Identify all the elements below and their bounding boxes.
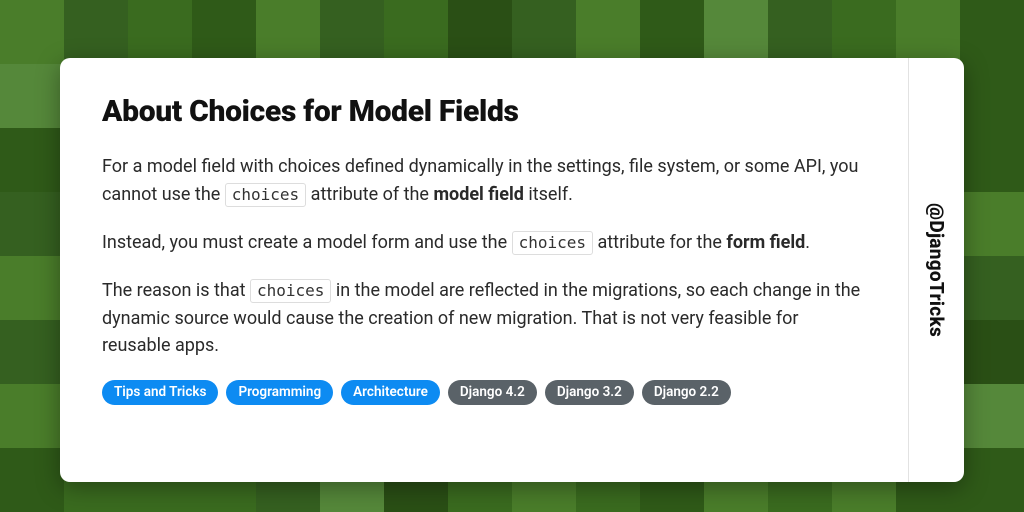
bold-text: form field: [726, 232, 805, 253]
code-choices: choices: [250, 279, 331, 303]
tag-tips-and-tricks[interactable]: Tips and Tricks: [102, 380, 218, 405]
article-body: For a model field with choices defined d…: [102, 153, 868, 360]
article-title: About Choices for Model Fields: [102, 94, 868, 129]
author-handle: @DjangoTricks: [925, 203, 948, 337]
article-content: About Choices for Model Fields For a mod…: [60, 58, 908, 482]
text: Instead, you must create a model form an…: [102, 232, 512, 253]
text: attribute of the: [306, 184, 433, 205]
tag-django-2-2[interactable]: Django 2.2: [642, 380, 731, 405]
paragraph-3: The reason is that choices in the model …: [102, 277, 868, 361]
paragraph-1: For a model field with choices defined d…: [102, 153, 868, 209]
text: .: [805, 232, 810, 253]
text: itself.: [524, 184, 573, 205]
text: attribute for the: [593, 232, 726, 253]
code-choices: choices: [512, 231, 593, 255]
tag-architecture[interactable]: Architecture: [341, 380, 440, 405]
tag-django-4-2[interactable]: Django 4.2: [448, 380, 537, 405]
tag-django-3-2[interactable]: Django 3.2: [545, 380, 634, 405]
text: The reason is that: [102, 280, 250, 301]
sidebar: @DjangoTricks: [908, 58, 964, 482]
article-card: About Choices for Model Fields For a mod…: [60, 58, 964, 482]
bold-text: model field: [433, 184, 523, 205]
tag-list: Tips and Tricks Programming Architecture Dj…: [102, 380, 868, 405]
paragraph-2: Instead, you must create a model form an…: [102, 229, 868, 257]
code-choices: choices: [225, 183, 306, 207]
tag-programming[interactable]: Programming: [226, 380, 333, 405]
